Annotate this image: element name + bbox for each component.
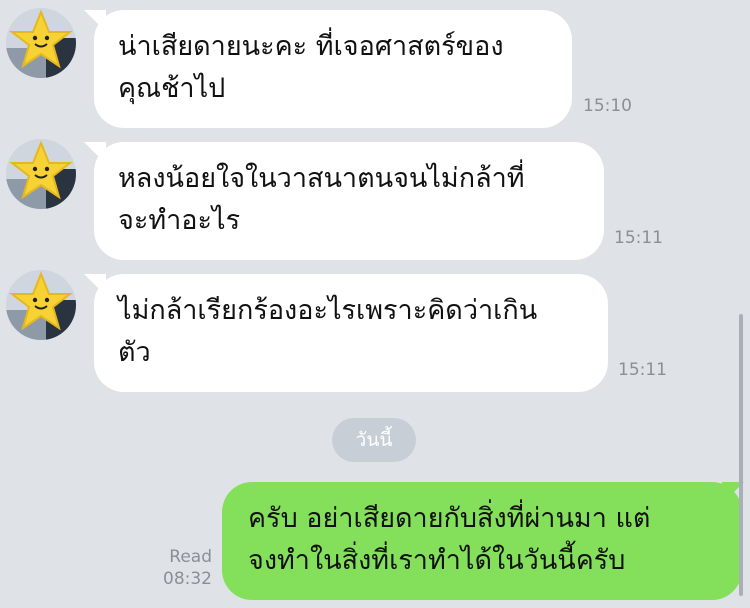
sender-avatar[interactable]: [6, 8, 76, 78]
message-timestamp: 15:10: [583, 96, 632, 116]
message-bubble[interactable]: ไม่กล้าเรียกร้องอะไรเพราะคิดว่าเกิน ตัว: [94, 274, 608, 392]
message-text-line: คุณช้าไป: [118, 73, 226, 104]
message-text-line: น่าเสียดายนะคะ ที่เจอศาสตร์ของ: [118, 31, 504, 62]
outgoing-meta: Read 08:32: [156, 546, 212, 590]
message-text-line: ไม่กล้าเรียกร้องอะไรเพราะคิดว่าเกิน: [118, 295, 538, 326]
message-timestamp: 15:11: [614, 228, 663, 248]
message-text-line: ครับ อย่าเสียดายกับสิ่งที่ผ่านมา แต่: [248, 503, 651, 534]
message-text-line: จงทำในสิ่งที่เราทำได้ในวันนี้ครับ: [248, 545, 626, 576]
message-timestamp: 15:11: [618, 360, 667, 380]
outgoing-message-bubble[interactable]: ครับ อย่าเสียดายกับสิ่งที่ผ่านมา แต่ จงท…: [222, 482, 742, 600]
scrollbar-thumb[interactable]: [739, 314, 743, 596]
message-text-line: จะทำอะไร: [118, 205, 241, 236]
read-status: Read: [169, 547, 212, 567]
date-divider: วันนี้: [332, 418, 416, 462]
sender-avatar[interactable]: [6, 139, 76, 209]
sender-avatar[interactable]: [6, 270, 76, 340]
message-text-line: หลงน้อยใจในวาสนาตนจนไม่กล้าที่: [118, 163, 525, 194]
message-text-line: ตัว: [118, 337, 151, 368]
star-avatar-icon: [6, 8, 76, 78]
star-avatar-icon: [6, 270, 76, 340]
chat-screen: { "messages_in": [ { "lines": ["น่าเสียด…: [0, 0, 750, 608]
star-avatar-icon: [6, 139, 76, 209]
message-timestamp: 08:32: [163, 569, 212, 589]
message-bubble[interactable]: หลงน้อยใจในวาสนาตนจนไม่กล้าที่ จะทำอะไร: [94, 142, 604, 260]
message-bubble[interactable]: น่าเสียดายนะคะ ที่เจอศาสตร์ของ คุณช้าไป: [94, 10, 572, 128]
